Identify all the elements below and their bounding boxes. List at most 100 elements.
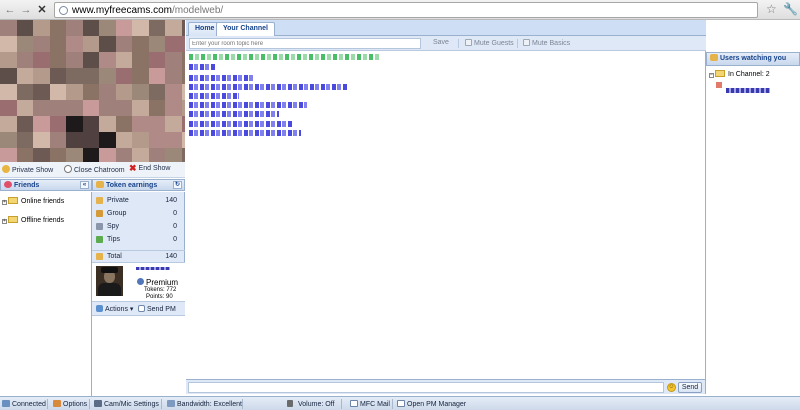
video-pixel	[33, 20, 50, 36]
video-pixel	[148, 132, 165, 148]
mute-guests-button[interactable]: Mute Guests	[465, 39, 514, 47]
video-pixel	[49, 100, 66, 116]
video-pixel	[33, 132, 50, 148]
forward-arrow-icon[interactable]: →	[19, 3, 33, 17]
end-show-button[interactable]: ✖ End Show	[129, 164, 170, 173]
video-pixel	[16, 148, 33, 162]
close-circle-icon	[64, 165, 72, 173]
video-pixel	[132, 36, 149, 52]
earnings-row-private: Private 140	[92, 195, 185, 208]
send-button[interactable]: Send	[678, 382, 702, 393]
address-bar[interactable]: www.myfreecams.com/modelweb/	[54, 2, 758, 18]
video-pixel	[148, 20, 165, 36]
video-pixel	[49, 52, 66, 68]
close-chatroom-button[interactable]: Close Chatroom	[64, 165, 125, 174]
toolbar-divider	[517, 39, 518, 48]
camera-icon	[94, 400, 102, 407]
status-divider	[242, 399, 243, 409]
video-pixel	[16, 116, 33, 132]
video-pixel	[33, 68, 50, 84]
options-button[interactable]: Options	[53, 400, 87, 408]
video-pixel	[115, 100, 132, 116]
video-pixel	[181, 36, 185, 52]
tree-item-offline-friends[interactable]: + Offline friends	[2, 216, 64, 224]
video-pixel	[0, 116, 17, 132]
video-pixel	[82, 36, 99, 52]
video-pixel	[181, 84, 185, 100]
video-pixel	[132, 20, 149, 36]
collapse-icon[interactable]: −	[709, 73, 714, 78]
volume-control[interactable]: Volume: Off	[287, 400, 334, 408]
actions-menu-button[interactable]: Actions ▾	[96, 305, 133, 313]
stop-icon[interactable]: ✕	[35, 3, 49, 17]
video-pixel	[132, 116, 149, 132]
mfc-mail-button[interactable]: MFC Mail	[350, 400, 390, 408]
status-divider	[341, 399, 342, 409]
bandwidth-status: Bandwidth: Excellent	[167, 400, 242, 408]
url-text: www.myfreecams.com/modelweb/	[72, 5, 224, 16]
cam-mic-settings-button[interactable]: Cam/Mic Settings	[94, 400, 159, 408]
video-pixel	[66, 116, 83, 132]
video-pixel	[0, 148, 17, 162]
tab-your-channel[interactable]: Your Channel	[216, 22, 275, 36]
room-topic-input[interactable]	[189, 38, 421, 49]
expand-icon[interactable]: +	[2, 200, 7, 205]
video-pixel	[0, 68, 17, 84]
group-icon	[96, 210, 103, 217]
video-pixel	[49, 36, 66, 52]
video-pixel	[0, 36, 17, 52]
video-pixel	[148, 52, 165, 68]
profile-actions-bar: Actions ▾ Send PM	[92, 302, 185, 316]
video-pixel	[165, 84, 182, 100]
chat-message-redacted	[189, 121, 293, 127]
video-pixel	[115, 148, 132, 162]
folder-icon	[8, 197, 18, 204]
refresh-icon[interactable]: ↻	[173, 181, 182, 189]
username-redacted[interactable]	[726, 88, 770, 93]
globe-icon	[59, 6, 68, 15]
status-divider	[47, 399, 48, 409]
chat-message-redacted	[189, 54, 379, 60]
mute-basics-button[interactable]: Mute Basics	[523, 39, 570, 47]
expand-icon[interactable]: +	[2, 219, 7, 224]
video-pixel	[49, 132, 66, 148]
save-topic-button[interactable]: Save	[433, 39, 449, 46]
video-pixel	[0, 132, 17, 148]
message-icon	[138, 305, 145, 312]
earnings-row-spy: Spy 0	[92, 221, 185, 234]
gear-icon	[96, 305, 103, 312]
tree-item-in-channel[interactable]: − In Channel: 2	[709, 70, 770, 78]
back-arrow-icon[interactable]: ←	[3, 3, 17, 17]
video-pixel	[165, 52, 182, 68]
tree-item-online-friends[interactable]: + Online friends	[2, 197, 64, 205]
tokens-icon	[96, 253, 103, 260]
premium-badge-icon	[137, 278, 144, 285]
video-pixel	[33, 84, 50, 100]
video-pixel	[115, 52, 132, 68]
video-pixel	[132, 68, 149, 84]
smiley-icon[interactable]: ☺	[667, 383, 676, 392]
private-show-button[interactable]: Private Show	[2, 165, 53, 174]
open-pm-manager-button[interactable]: Open PM Manager	[397, 400, 466, 408]
video-pixel	[165, 132, 182, 148]
video-pixel	[115, 116, 132, 132]
video-pixel	[115, 20, 132, 36]
chat-input[interactable]	[188, 382, 664, 393]
video-pixel	[33, 116, 50, 132]
video-pixel	[66, 52, 83, 68]
video-pixel	[99, 52, 116, 68]
video-preview	[0, 20, 185, 162]
video-pixel	[33, 36, 50, 52]
message-icon	[397, 400, 405, 407]
bookmark-star-icon[interactable]: ☆	[766, 2, 777, 16]
send-pm-button[interactable]: Send PM	[138, 305, 176, 313]
chat-log[interactable]	[186, 51, 706, 379]
video-pixel	[49, 116, 66, 132]
collapse-icon[interactable]: «	[80, 181, 89, 189]
wrench-icon[interactable]: 🔧	[783, 2, 798, 16]
show-controls-bar: Private Show Close Chatroom ✖ End Show	[0, 162, 185, 178]
video-pixel	[0, 52, 17, 68]
video-pixel	[181, 132, 185, 148]
video-pixel	[66, 132, 83, 148]
toolbar-divider	[458, 39, 459, 48]
